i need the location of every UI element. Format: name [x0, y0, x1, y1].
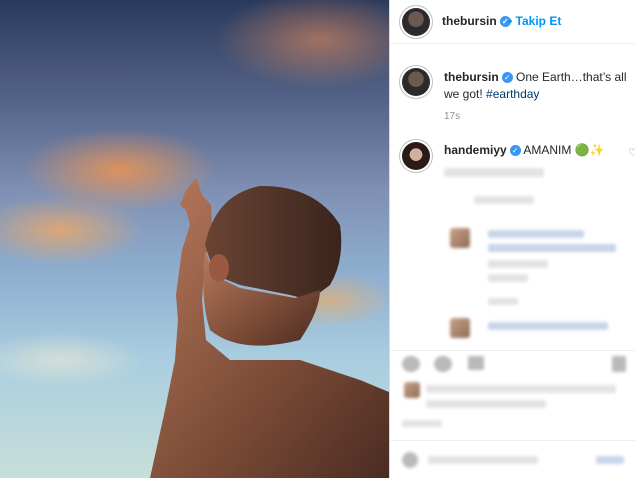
author-avatar[interactable] — [402, 8, 430, 36]
blurred-avatar — [450, 228, 470, 248]
emoji-icon[interactable] — [402, 452, 418, 468]
follow-button[interactable]: • Takip Et — [508, 14, 561, 28]
comment-input[interactable] — [428, 456, 538, 464]
comment-icon[interactable] — [434, 356, 452, 372]
save-icon[interactable] — [612, 356, 626, 372]
comment-text: AMANIM — [523, 143, 572, 157]
blurred-text — [488, 274, 528, 282]
blurred-text — [488, 260, 548, 268]
verified-badge-icon: ✓ — [509, 145, 521, 157]
blurred-text — [426, 385, 616, 393]
blurred-text — [474, 196, 534, 204]
blurred-text — [426, 400, 546, 408]
caption-hashtag[interactable]: #earthday — [486, 87, 539, 101]
comment-username[interactable]: handemiyy — [444, 143, 507, 157]
separator — [390, 440, 635, 441]
blurred-avatar — [450, 318, 470, 338]
blurred-avatar — [404, 382, 420, 398]
post-caption: thebursin ✓ One Earth…that’s all we got! … — [444, 69, 632, 103]
verified-badge-icon: ✓ — [501, 72, 513, 84]
blurred-text — [488, 298, 518, 305]
comment-emoji: 🟢✨ — [574, 143, 605, 157]
share-icon[interactable] — [468, 356, 484, 370]
blurred-text — [488, 322, 608, 330]
blurred-text — [402, 420, 442, 427]
comments-panel: thebursin ✓ • Takip Et thebursin ✓ One Ear… — [390, 0, 635, 478]
photo-silhouette — [150, 178, 389, 478]
author-name[interactable]: thebursin — [442, 14, 497, 28]
blurred-text — [488, 230, 584, 238]
caption-avatar[interactable] — [402, 68, 430, 96]
post-photo[interactable] — [0, 0, 389, 478]
blurred-text — [444, 168, 544, 177]
comment-avatar[interactable] — [402, 142, 430, 170]
follow-label[interactable]: Takip Et — [516, 14, 562, 28]
post-comment-button[interactable] — [596, 456, 624, 464]
comment-item: handemiyy ✓ AMANIM 🟢✨ — [444, 143, 605, 157]
caption-username[interactable]: thebursin — [444, 70, 499, 84]
post-time: 17s — [444, 111, 461, 122]
heart-icon[interactable]: ♡ — [628, 146, 635, 159]
like-icon[interactable] — [402, 356, 420, 372]
separator — [390, 350, 635, 351]
author-username[interactable]: thebursin ✓ — [442, 14, 511, 28]
post-header: thebursin ✓ • Takip Et — [390, 0, 635, 44]
blurred-text — [488, 244, 616, 252]
